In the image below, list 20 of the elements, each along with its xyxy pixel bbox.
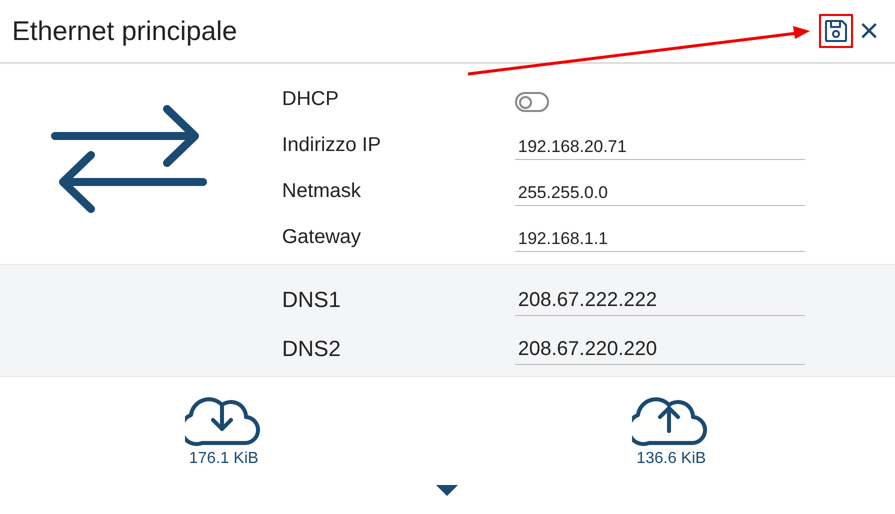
- field-label: Gateway: [282, 225, 362, 250]
- input-field[interactable]: 255.255.0.0: [515, 180, 805, 206]
- save-icon: [823, 18, 850, 44]
- field-label: DNS1: [282, 286, 342, 314]
- expand-caret-icon[interactable]: [436, 485, 458, 497]
- traffic-amount: 136.6 KiB: [636, 449, 706, 469]
- input-field[interactable]: 208.67.220.220: [515, 334, 805, 365]
- transfer-arrows-icon: [49, 104, 209, 214]
- window-title: Ethernet principale: [12, 14, 238, 48]
- dhcp-toggle[interactable]: [515, 92, 549, 112]
- traffic-amount: 176.1 KiB: [189, 449, 258, 469]
- field-label: DHCP: [282, 87, 340, 112]
- field-label: Netmask: [282, 179, 362, 204]
- field-label: Indirizzo IP: [282, 133, 382, 158]
- field-label: DNS2: [282, 335, 342, 363]
- input-field[interactable]: 192.168.1.1: [515, 226, 805, 252]
- close-button[interactable]: ×: [857, 14, 881, 48]
- input-field[interactable]: 192.168.20.71: [515, 134, 805, 160]
- input-field[interactable]: 208.67.222.222: [515, 285, 805, 316]
- save-button[interactable]: [819, 14, 854, 48]
